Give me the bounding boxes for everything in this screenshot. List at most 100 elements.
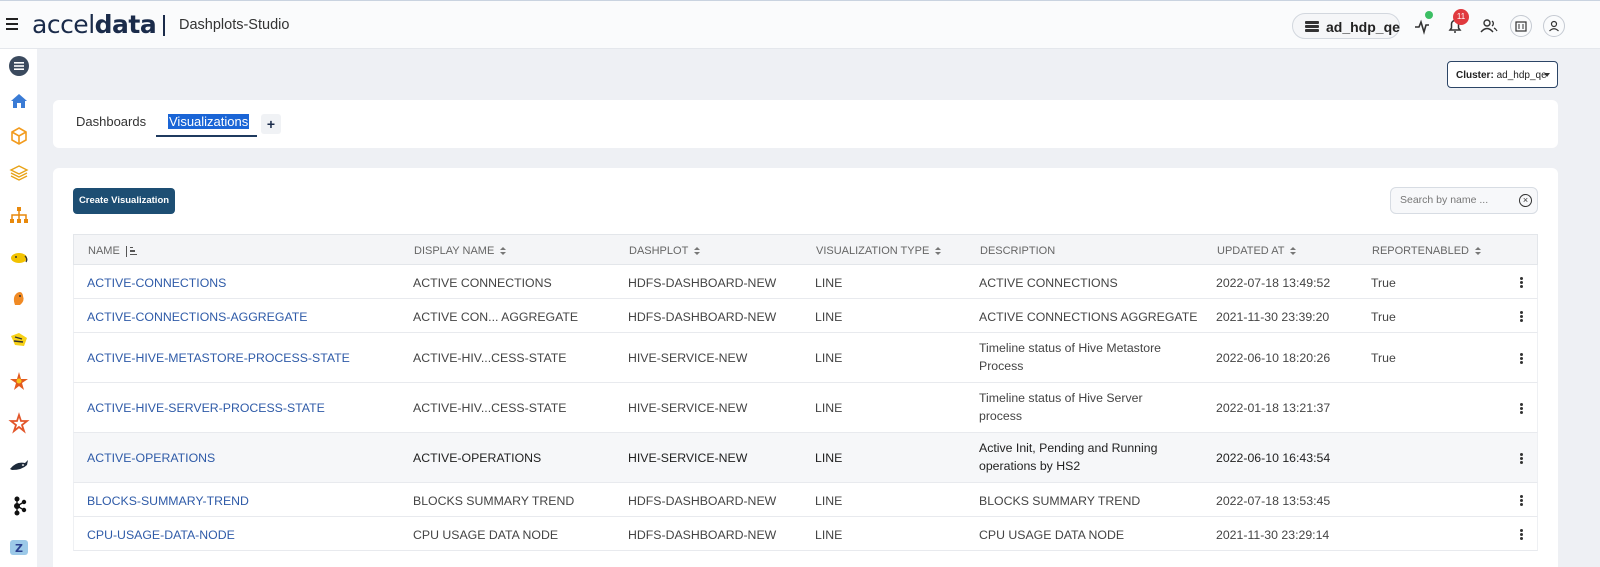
row-updated-at: 2022-06-10 18:20:26 [1216, 351, 1331, 365]
list-icon[interactable] [8, 55, 30, 77]
users-icon[interactable] [1476, 13, 1502, 39]
kafka-nodes-icon[interactable] [8, 495, 30, 517]
row-updated-at: 2022-07-18 13:49:52 [1216, 276, 1331, 290]
tab-bar: Dashboards Visualizations + [53, 100, 1558, 148]
table-row[interactable]: ACTIVE-HIVE-SERVER-PROCESS-STATE ACTIVE-… [73, 383, 1538, 433]
sort-icon [1290, 246, 1297, 256]
table-row[interactable]: ACTIVE-CONNECTIONS ACTIVE CONNECTIONS HD… [73, 265, 1538, 299]
home-icon[interactable] [8, 90, 30, 112]
zookeeper-icon[interactable]: Z [8, 536, 30, 558]
row-visualization-type: LINE [815, 351, 843, 365]
row-actions-icon[interactable] [1520, 453, 1523, 465]
row-display-name: ACTIVE CONNECTIONS [413, 276, 552, 290]
spark-star-icon[interactable] [8, 370, 30, 392]
row-name-link[interactable]: ACTIVE-CONNECTIONS-AGGREGATE [87, 310, 307, 324]
building-icon[interactable] [1510, 15, 1532, 37]
row-visualization-type: LINE [815, 451, 843, 465]
app-name: Dashplots-Studio [179, 17, 290, 33]
svg-text:Z: Z [15, 542, 23, 555]
sitemap-icon[interactable] [8, 204, 30, 226]
row-reportenabled: True [1371, 276, 1396, 290]
row-dashplot: HIVE-SERVICE-NEW [628, 451, 748, 465]
cluster-select-label: Cluster: [1456, 70, 1494, 81]
menu-icon[interactable] [6, 18, 18, 30]
row-updated-at: 2022-07-18 13:53:45 [1216, 494, 1331, 508]
column-header-description: DESCRIPTION [980, 245, 1056, 257]
user-icon[interactable] [1543, 15, 1565, 37]
sort-icon [935, 246, 942, 256]
tab-visualizations[interactable]: Visualizations [168, 114, 250, 129]
row-name-link[interactable]: BLOCKS-SUMMARY-TREND [87, 494, 249, 508]
row-description: Timeline status of Hive Server process [979, 391, 1143, 423]
row-actions-icon[interactable] [1520, 495, 1523, 507]
row-dashplot: HDFS-DASHBOARD-NEW [628, 310, 777, 324]
status-dot [1425, 11, 1433, 19]
column-header-dashplot[interactable]: DASHPLOT [629, 245, 701, 257]
orca-icon[interactable] [8, 454, 30, 476]
visualizations-panel: Create Visualization × NAME DISPLAY NAME… [53, 168, 1558, 567]
sort-ascending-icon [125, 245, 138, 257]
chevron-down-icon [1544, 73, 1550, 77]
row-display-name: ACTIVE CON... AGGREGATE [413, 310, 579, 324]
row-description: CPU USAGE DATA NODE [979, 528, 1125, 542]
row-description: Active Init, Pending and Running operati… [979, 441, 1158, 473]
row-visualization-type: LINE [815, 401, 843, 415]
clear-search-icon[interactable]: × [1519, 194, 1532, 207]
row-updated-at: 2021-11-30 23:39:20 [1216, 310, 1330, 324]
row-updated-at: 2021-11-30 23:29:14 [1216, 528, 1330, 542]
row-description: ACTIVE CONNECTIONS AGGREGATE [979, 310, 1198, 324]
column-header-name[interactable]: NAME [88, 245, 138, 257]
add-tab-button[interactable]: + [261, 114, 281, 134]
active-tab-indicator [156, 135, 257, 137]
table-row[interactable]: BLOCKS-SUMMARY-TREND BLOCKS SUMMARY TREN… [73, 483, 1538, 517]
row-actions-icon[interactable] [1520, 353, 1523, 365]
row-visualization-type: LINE [815, 310, 843, 324]
sort-icon [694, 246, 701, 256]
row-actions-icon[interactable] [1520, 403, 1523, 415]
table-row[interactable]: ACTIVE-HIVE-METASTORE-PROCESS-STATE ACTI… [73, 333, 1538, 383]
layers-icon[interactable] [8, 162, 30, 184]
column-header-updated-at[interactable]: UPDATED AT [1217, 245, 1297, 257]
column-header-reportenabled[interactable]: REPORTENABLED [1372, 245, 1482, 257]
squirrel-icon[interactable] [8, 287, 30, 309]
search-box: × [1390, 187, 1538, 214]
top-header: acceldata Dashplots-Studio ad_hdp_qe 11 [0, 0, 1600, 49]
row-actions-icon[interactable] [1520, 529, 1523, 541]
row-dashplot: HIVE-SERVICE-NEW [628, 401, 748, 415]
cluster-chip-label: ad_hdp_qe [1326, 19, 1400, 35]
search-input[interactable] [1400, 194, 1510, 206]
row-display-name: ACTIVE-HIV...CESS-STATE [413, 401, 567, 415]
row-updated-at: 2022-01-18 13:21:37 [1216, 401, 1331, 415]
row-name-link[interactable]: ACTIVE-HIVE-METASTORE-PROCESS-STATE [87, 351, 350, 365]
row-name-link[interactable]: CPU-USAGE-DATA-NODE [87, 528, 235, 542]
table-row[interactable]: CPU-USAGE-DATA-NODE CPU USAGE DATA NODE … [73, 517, 1538, 551]
row-actions-icon[interactable] [1520, 311, 1523, 323]
sort-icon [1475, 246, 1482, 256]
row-display-name: ACTIVE-HIV...CESS-STATE [413, 351, 567, 365]
row-name-link[interactable]: ACTIVE-HIVE-SERVER-PROCESS-STATE [87, 401, 325, 415]
cluster-select[interactable]: Cluster: ad_hdp_qe [1447, 61, 1558, 88]
row-updated-at: 2022-06-10 16:43:54 [1216, 451, 1331, 465]
column-header-display-name[interactable]: DISPLAY NAME [414, 245, 507, 257]
row-display-name: ACTIVE-OPERATIONS [413, 451, 542, 465]
row-name-link[interactable]: ACTIVE-CONNECTIONS [87, 276, 226, 290]
create-visualization-button[interactable]: Create Visualization [73, 188, 175, 214]
hadoop-elephant-icon[interactable] [8, 246, 30, 268]
table-row[interactable]: ACTIVE-OPERATIONS ACTIVE-OPERATIONS HIVE… [73, 433, 1538, 483]
cube-icon[interactable] [8, 125, 30, 147]
kafka-star-icon[interactable] [8, 412, 30, 434]
hive-bee-icon[interactable] [8, 328, 30, 350]
column-header-visualization-type[interactable]: VISUALIZATION TYPE [816, 245, 942, 257]
table-header: NAME DISPLAY NAME DASHPLOT VISUALIZATION… [73, 234, 1538, 265]
row-dashplot: HDFS-DASHBOARD-NEW [628, 528, 777, 542]
row-name-link[interactable]: ACTIVE-OPERATIONS [87, 451, 215, 465]
row-dashplot: HIVE-SERVICE-NEW [628, 351, 748, 365]
tab-dashboards[interactable]: Dashboards [76, 114, 146, 129]
table-row[interactable]: ACTIVE-CONNECTIONS-AGGREGATE ACTIVE CON.… [73, 299, 1538, 333]
row-visualization-type: LINE [815, 276, 843, 290]
sidebar: Z [0, 49, 37, 567]
row-actions-icon[interactable] [1520, 277, 1523, 289]
row-reportenabled: True [1371, 310, 1396, 324]
cluster-chip[interactable]: ad_hdp_qe [1292, 13, 1400, 39]
app-logo[interactable]: acceldata [32, 10, 157, 39]
